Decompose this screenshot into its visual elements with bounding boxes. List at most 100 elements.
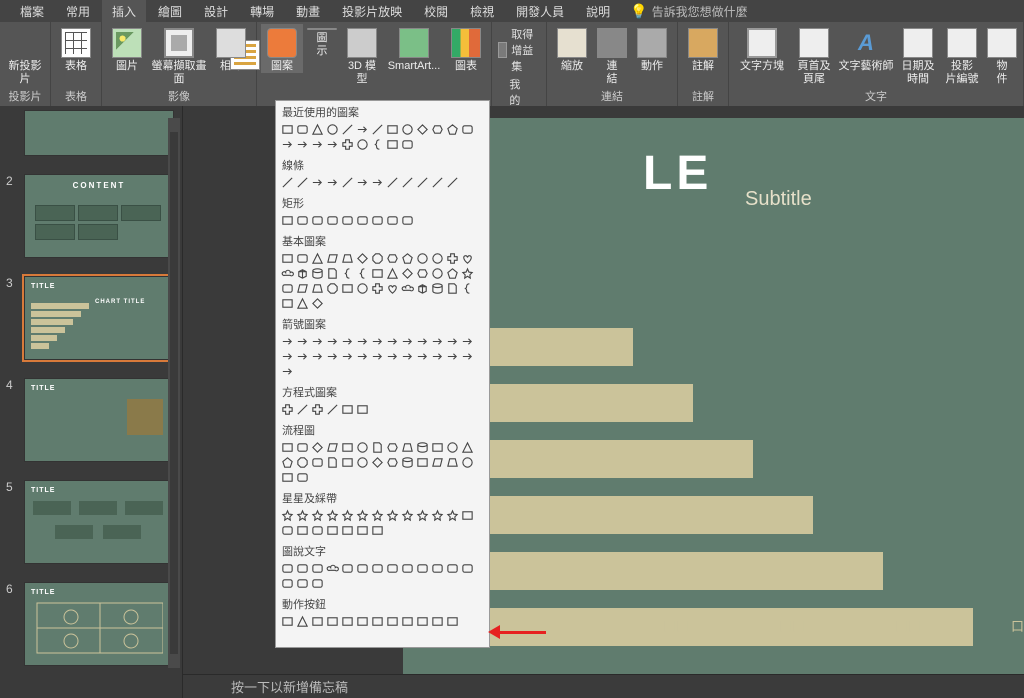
shape-option[interactable] xyxy=(280,523,295,538)
shape-option[interactable] xyxy=(400,175,415,190)
notes-pane[interactable]: 按一下以新增備忘稿 xyxy=(183,674,1024,698)
shape-option[interactable] xyxy=(445,455,460,470)
shape-option[interactable] xyxy=(295,455,310,470)
shape-option[interactable] xyxy=(460,281,475,296)
shape-option[interactable] xyxy=(295,296,310,311)
shape-option[interactable] xyxy=(460,266,475,281)
shape-option[interactable] xyxy=(355,614,370,629)
slide-title[interactable]: LE xyxy=(643,146,712,201)
shape-option[interactable] xyxy=(310,440,325,455)
shape-option[interactable] xyxy=(280,175,295,190)
shape-option[interactable] xyxy=(325,281,340,296)
shape-option[interactable] xyxy=(385,281,400,296)
shape-option[interactable] xyxy=(310,523,325,538)
shape-option[interactable] xyxy=(415,122,430,137)
shape-option[interactable] xyxy=(340,334,355,349)
shape-option[interactable] xyxy=(340,122,355,137)
wordart-button[interactable]: 文字藝術師 xyxy=(837,24,895,73)
shape-option[interactable] xyxy=(340,561,355,576)
shape-option[interactable] xyxy=(460,349,475,364)
shape-option[interactable] xyxy=(295,349,310,364)
shape-option[interactable] xyxy=(385,349,400,364)
tell-me-search[interactable]: 💡 告訴我您想做什麼 xyxy=(630,3,747,20)
shape-option[interactable] xyxy=(310,614,325,629)
shape-option[interactable] xyxy=(430,122,445,137)
shape-option[interactable] xyxy=(280,137,295,152)
shape-option[interactable] xyxy=(370,508,385,523)
shape-option[interactable] xyxy=(370,175,385,190)
slide-subtitle[interactable]: Subtitle xyxy=(745,188,812,211)
slide-number-button[interactable]: 投影 片編號 xyxy=(941,24,983,85)
tab-transitions[interactable]: 轉場 xyxy=(240,0,284,23)
shape-option[interactable] xyxy=(340,213,355,228)
shape-option[interactable] xyxy=(400,266,415,281)
tab-home[interactable]: 常用 xyxy=(56,0,100,23)
shape-option[interactable] xyxy=(385,508,400,523)
shape-option[interactable] xyxy=(370,251,385,266)
shape-option[interactable] xyxy=(310,576,325,591)
shape-option[interactable] xyxy=(280,508,295,523)
slide-thumb-1[interactable] xyxy=(24,110,174,156)
thumb-scrollbar[interactable] xyxy=(168,118,180,668)
shape-option[interactable] xyxy=(445,440,460,455)
shape-option[interactable] xyxy=(445,281,460,296)
shape-option[interactable] xyxy=(340,349,355,364)
shapes-dropdown[interactable]: 最近使用的圖案 線條 矩形 基本圖案 箭號圖案 方程式圖案 流程圖 星星及綵帶 … xyxy=(275,100,490,648)
shape-option[interactable] xyxy=(355,455,370,470)
shape-option[interactable] xyxy=(355,266,370,281)
shape-option[interactable] xyxy=(430,266,445,281)
shape-option[interactable] xyxy=(385,266,400,281)
shape-option[interactable] xyxy=(340,523,355,538)
shape-option[interactable] xyxy=(415,561,430,576)
shape-option[interactable] xyxy=(430,440,445,455)
shape-option[interactable] xyxy=(310,455,325,470)
shape-option[interactable] xyxy=(325,266,340,281)
tab-file[interactable]: 檔案 xyxy=(10,0,54,23)
shape-option[interactable] xyxy=(340,251,355,266)
shape-option[interactable] xyxy=(445,508,460,523)
shape-option[interactable] xyxy=(430,334,445,349)
textbox-button[interactable]: 文字方塊 xyxy=(733,24,791,73)
shape-option[interactable] xyxy=(370,137,385,152)
shape-option[interactable] xyxy=(325,614,340,629)
slide-thumb-2[interactable]: CONTENT xyxy=(24,174,174,258)
shape-option[interactable] xyxy=(310,402,325,417)
shape-option[interactable] xyxy=(325,440,340,455)
shape-option[interactable] xyxy=(280,364,295,379)
shape-option[interactable] xyxy=(415,349,430,364)
shape-option[interactable] xyxy=(325,508,340,523)
zoom-button[interactable]: 縮放 xyxy=(551,24,593,73)
shape-option[interactable] xyxy=(385,455,400,470)
shapes-button[interactable]: 圖案 xyxy=(261,24,303,73)
shape-option[interactable] xyxy=(430,614,445,629)
shape-option[interactable] xyxy=(460,334,475,349)
shape-option[interactable] xyxy=(385,137,400,152)
shape-option[interactable] xyxy=(295,266,310,281)
shape-option[interactable] xyxy=(280,281,295,296)
shape-option[interactable] xyxy=(385,561,400,576)
tab-draw[interactable]: 繪圖 xyxy=(148,0,192,23)
screenshot-button[interactable]: 螢幕擷取畫面 xyxy=(150,24,208,85)
smartart-button[interactable]: SmartArt... xyxy=(385,24,443,73)
shape-option[interactable] xyxy=(385,175,400,190)
object-button[interactable]: 物 件 xyxy=(985,24,1019,85)
shape-option[interactable] xyxy=(400,614,415,629)
shape-option[interactable] xyxy=(325,561,340,576)
shape-option[interactable] xyxy=(280,561,295,576)
shape-option[interactable] xyxy=(280,402,295,417)
shape-option[interactable] xyxy=(340,455,355,470)
shape-option[interactable] xyxy=(295,523,310,538)
tab-review[interactable]: 校閱 xyxy=(414,0,458,23)
shape-option[interactable] xyxy=(325,137,340,152)
tab-insert[interactable]: 插入 xyxy=(102,0,146,23)
shape-option[interactable] xyxy=(370,349,385,364)
shape-option[interactable] xyxy=(460,440,475,455)
shape-option[interactable] xyxy=(355,175,370,190)
shape-option[interactable] xyxy=(385,440,400,455)
shape-option[interactable] xyxy=(400,213,415,228)
shape-option[interactable] xyxy=(415,334,430,349)
shape-option[interactable] xyxy=(340,508,355,523)
shape-option[interactable] xyxy=(310,349,325,364)
shape-option[interactable] xyxy=(340,402,355,417)
shape-option[interactable] xyxy=(415,614,430,629)
